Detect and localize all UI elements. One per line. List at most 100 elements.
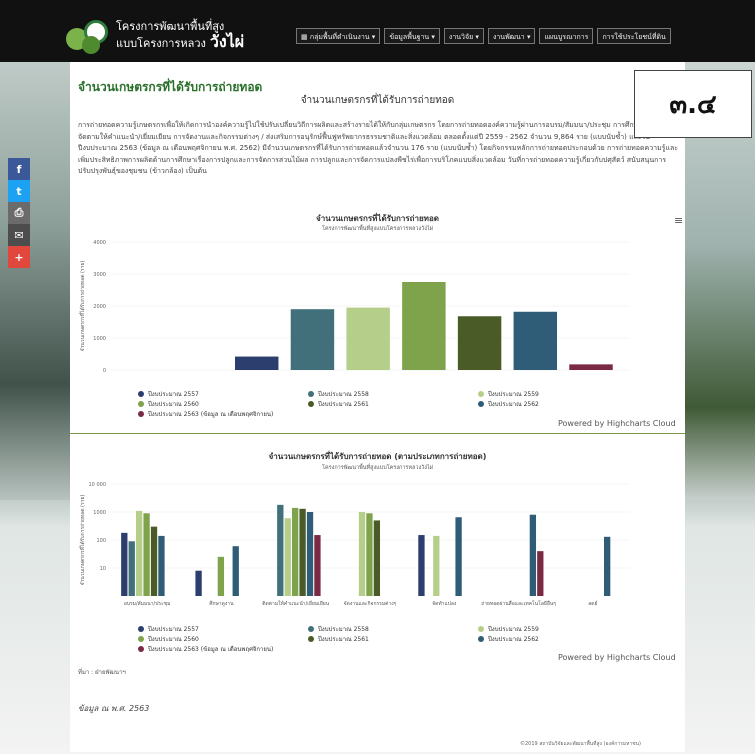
- nav-item-basic-data[interactable]: ข้อมูลพื้นฐาน ▾: [384, 28, 440, 44]
- chart1-ytick-label: 3000: [93, 272, 106, 278]
- source-note: ที่มา : ฝ่ายพัฒนาฯ: [78, 669, 126, 676]
- chart2-bar: [136, 510, 143, 596]
- chart2-credits[interactable]: Powered by Highcharts Cloud: [558, 653, 676, 662]
- nav-item-land-use[interactable]: การใช้ประโยชน์ที่ดิน: [597, 28, 671, 44]
- chart2-legend-item[interactable]: ปีงบประมาณ 2560: [138, 634, 308, 644]
- legend-label: ปีงบประมาณ 2557: [148, 391, 199, 398]
- legend-label: ปีงบประมาณ 2559: [488, 391, 539, 398]
- top-navigation-bar: โครงการพัฒนาพื้นที่สูง แบบโครงการหลวง วัง…: [0, 0, 755, 62]
- legend-dot-icon: [478, 636, 484, 642]
- legend-label: ปีงบประมาณ 2562: [488, 636, 539, 643]
- chart2-xtick-label: ถ่ายทอดผ่านสื่อและเทคโนโลยีอื่นๆ: [481, 600, 556, 607]
- legend-label: ปีงบประมาณ 2560: [148, 401, 199, 408]
- legend-label: ปีงบประมาณ 2560: [148, 636, 199, 643]
- nav-item-integration-plan[interactable]: แผนบูรณาการ: [539, 28, 594, 44]
- brand-line2: แบบโครงการหลวง: [116, 37, 206, 50]
- chart2-legend-item[interactable]: ปีงบประมาณ 2562: [478, 634, 648, 644]
- chart2-plot: 10 000 1000 100 10 จำนวนเกษตรกรที่ได้รับการถ…: [79, 482, 630, 607]
- chart2-xtick-label: ติดตามให้คำแนะนำ/เยี่ยมเยียน: [262, 600, 329, 607]
- chart2-legend-item[interactable]: ปีงบประมาณ 2563 (ข้อมูล ณ เดือนพฤศจิกายน…: [138, 644, 438, 654]
- legend-dot-icon: [308, 401, 314, 407]
- chart2-legend-item[interactable]: ปีงบประมาณ 2559: [478, 624, 648, 634]
- chart2-legend-item[interactable]: ปีงบประมาณ 2561: [308, 634, 478, 644]
- legend-label: ปีงบประมาณ 2562: [488, 401, 539, 408]
- chart1-bar: [346, 307, 390, 370]
- chart2-ytick-label: 10: [100, 566, 106, 572]
- chart1-ytick-label: 2000: [93, 304, 106, 310]
- chart2-bar: [373, 520, 381, 596]
- chart1-legend-item[interactable]: ปีงบประมาณ 2557: [138, 389, 308, 399]
- section-paragraph: การถ่ายทอดความรู้เกษตรกรเพื่อให้เกิดการน…: [78, 121, 679, 175]
- chart1-legend-item[interactable]: ปีงบประมาณ 2559: [478, 389, 648, 399]
- legend-label: ปีงบประมาณ 2559: [488, 626, 539, 633]
- print-icon[interactable]: ⎙: [8, 202, 30, 224]
- legend-label: ปีงบประมาณ 2558: [318, 391, 369, 398]
- chart1-ytick-label: 0: [103, 368, 106, 374]
- chart2-bar: [433, 535, 440, 596]
- chart2-bar: [232, 546, 239, 596]
- background-mountain-left: [0, 36, 70, 500]
- section-subtitle: จำนวนเกษตรกรที่ได้รับการถ่ายทอด: [300, 95, 455, 106]
- social-share-bar: f t ⎙ ✉ +: [8, 158, 30, 268]
- chart2-bar: [299, 508, 306, 596]
- chart2-xtick-label: จัดทำแปลง: [432, 601, 457, 607]
- chart2-bar: [366, 513, 373, 596]
- chart2-bar: [150, 526, 158, 596]
- chart2-bar: [604, 536, 611, 596]
- chart1-legend-item[interactable]: ปีงบประมาณ 2563 (ข้อมูล ณ เดือนพฤศจิกายน…: [138, 409, 438, 419]
- chart1-title: จำนวนเกษตรกรที่ได้รับการถ่ายทอด: [316, 214, 439, 223]
- legend-label: ปีงบประมาณ 2561: [318, 636, 369, 643]
- site-brand[interactable]: โครงการพัฒนาพื้นที่สูง แบบโครงการหลวง วัง…: [116, 19, 244, 51]
- chart1-credits[interactable]: Powered by Highcharts Cloud: [558, 419, 676, 428]
- main-content: จำนวนเกษตรกรที่ได้รับการถ่ายทอด จำนวนเกษ…: [70, 62, 685, 752]
- section-divider: [70, 433, 685, 434]
- chart2-bar: [121, 532, 128, 596]
- chart2-bar: [418, 535, 425, 596]
- legend-dot-icon: [138, 636, 144, 642]
- facebook-share-icon[interactable]: f: [8, 158, 30, 180]
- nav-item-areas[interactable]: ▦ กลุ่มพื้นที่ดำเนินงาน ▾: [296, 28, 381, 44]
- chart1-legend-row: ปีงบประมาณ 2563 (ข้อมูล ณ เดือนพฤศจิกายน…: [138, 409, 678, 419]
- twitter-share-icon[interactable]: t: [8, 180, 30, 202]
- site-logo[interactable]: [66, 18, 112, 54]
- chart1-bar: [290, 309, 335, 370]
- chart1-plot: 4000 3000 2000 1000 0 จำนวนเกษตรกรที่ได้รับกา…: [79, 240, 630, 374]
- chart2-title: จำนวนเกษตรกรที่ได้รับการถ่ายทอด (ตามประเ…: [268, 452, 487, 461]
- chart1-legend-item[interactable]: ปีงบประมาณ 2562: [478, 399, 648, 409]
- legend-label: ปีงบประมาณ 2561: [318, 401, 369, 408]
- email-share-icon[interactable]: ✉: [8, 224, 30, 246]
- chart2-xtick-label: จัดงานและกิจกรรมต่างๆ: [344, 600, 397, 607]
- chart1-bar: [235, 356, 279, 370]
- chart1-legend: ปีงบประมาณ 2557 ปีงบประมาณ 2558 ปีงบประมาณ…: [138, 389, 678, 419]
- chart2-xtick-label: ลดย์: [588, 600, 597, 607]
- chart1-legend-item[interactable]: ปีงบประมาณ 2560: [138, 399, 308, 409]
- chart1-yaxis-label: จำนวนเกษตรกรที่ได้รับการถ่ายทอด (ราย): [79, 261, 86, 352]
- chart2-bar: [314, 535, 321, 596]
- chart2-bar: [306, 512, 314, 596]
- chart2-bar: [455, 517, 462, 596]
- chart2-ytick-label: 1000: [93, 510, 106, 516]
- chart1-ytick-label: 1000: [93, 336, 106, 342]
- date-note: ข้อมูล ณ พ.ศ. 2563: [78, 704, 150, 713]
- chart2-legend-item[interactable]: ปีงบประมาณ 2558: [308, 624, 478, 634]
- footer-copyright: ©2019 สถาบันวิจัยและพัฒนาพื้นที่สูง (องค…: [520, 741, 641, 747]
- chart1-legend-item[interactable]: ปีงบประมาณ 2558: [308, 389, 478, 399]
- more-share-icon[interactable]: +: [8, 246, 30, 268]
- chart1-bar: [513, 311, 558, 370]
- legend-dot-icon: [138, 626, 144, 632]
- legend-label: ปีงบประมาณ 2557: [148, 626, 199, 633]
- nav-item-development[interactable]: งานพัฒนา ▾: [487, 28, 536, 44]
- chart1-legend-row: ปีงบประมาณ 2560 ปีงบประมาณ 2561 ปีงบประมาณ…: [138, 399, 678, 409]
- brand-wangphai: วังไผ่: [209, 32, 245, 51]
- legend-dot-icon: [138, 401, 144, 407]
- legend-dot-icon: [308, 636, 314, 642]
- nav-item-research[interactable]: งานวิจัย ▾: [443, 28, 484, 44]
- chart2-bar: [358, 512, 366, 596]
- chart1-legend-item[interactable]: ปีงบประมาณ 2561: [308, 399, 478, 409]
- chart-menu-icon[interactable]: ≡: [674, 214, 683, 227]
- legend-dot-icon: [308, 391, 314, 397]
- chart2-yaxis-label: จำนวนเกษตรกรที่ได้รับการถ่ายทอด (ราย): [79, 495, 86, 586]
- legend-dot-icon: [478, 391, 484, 397]
- chart2-legend-item[interactable]: ปีงบประมาณ 2557: [138, 624, 308, 634]
- chart2-bar: [537, 551, 544, 596]
